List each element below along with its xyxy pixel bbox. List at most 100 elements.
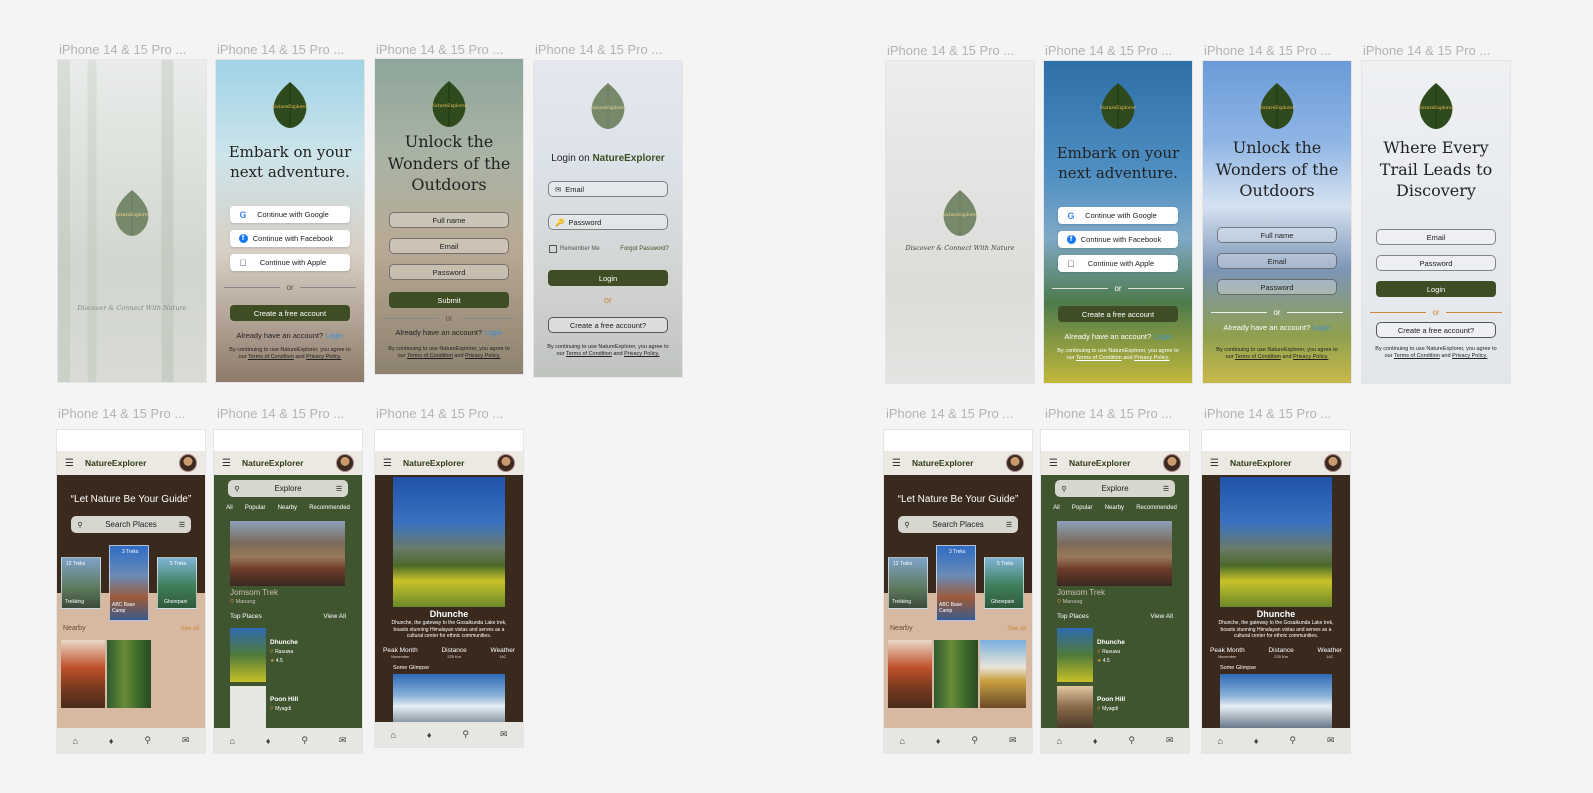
- password-field[interactable]: Password: [389, 264, 509, 280]
- terms-link[interactable]: Terms of Condition: [566, 351, 612, 357]
- google-button[interactable]: G Continue with Google: [230, 206, 350, 223]
- search-bar[interactable]: ⚲ Search Places ☰: [898, 516, 1018, 533]
- mail-icon[interactable]: ✉: [500, 729, 508, 740]
- terms-link[interactable]: Terms of Condition: [248, 354, 294, 360]
- chip-nearby[interactable]: Nearby: [1105, 505, 1124, 511]
- search-bar[interactable]: ⚲ Search Places ☰: [71, 516, 191, 533]
- login-button[interactable]: Login: [1376, 281, 1496, 297]
- filter-icon[interactable]: ☰: [173, 521, 191, 529]
- place-photo[interactable]: [230, 686, 266, 728]
- password-field[interactable]: Password: [1376, 255, 1496, 271]
- menu-icon[interactable]: ☰: [1049, 458, 1063, 469]
- login-button[interactable]: Login: [548, 270, 668, 286]
- bell-icon[interactable]: ♦: [1254, 736, 1259, 746]
- nearby-photo[interactable]: [980, 640, 1026, 708]
- home-icon[interactable]: ⌂: [229, 736, 234, 746]
- privacy-link[interactable]: Privacy Policy.: [624, 351, 659, 357]
- privacy-link[interactable]: Privacy Policy.: [1134, 355, 1169, 361]
- nearby-photo[interactable]: [61, 640, 105, 708]
- password-field[interactable]: Password: [1217, 279, 1337, 295]
- search-icon[interactable]: ⚲: [1128, 735, 1135, 746]
- privacy-link[interactable]: Privacy Policy.: [465, 353, 500, 359]
- create-account-button[interactable]: Create a free account: [230, 305, 350, 321]
- terms-link[interactable]: Terms of Condition: [1235, 354, 1281, 360]
- terms-link[interactable]: Terms of Condition: [1394, 353, 1440, 359]
- login-link[interactable]: Login: [1153, 332, 1171, 341]
- avatar[interactable]: [1163, 454, 1181, 472]
- nearby-photo[interactable]: [888, 640, 932, 708]
- glimpse-photo[interactable]: [393, 674, 505, 728]
- full-name-field[interactable]: Full name: [1217, 227, 1337, 243]
- place-photo[interactable]: [230, 628, 266, 682]
- terms-link[interactable]: Terms of Condition: [1076, 355, 1122, 361]
- home-icon[interactable]: ⌂: [390, 730, 395, 740]
- privacy-link[interactable]: Privacy Policy.: [1452, 353, 1487, 359]
- email-field[interactable]: Email: [389, 238, 509, 254]
- search-bar[interactable]: ⚲ Explore ☰: [228, 480, 348, 497]
- trek-card[interactable]: 5 Treks Ghorepani: [157, 557, 197, 609]
- chip-popular[interactable]: Popular: [245, 505, 266, 511]
- see-all-link[interactable]: See all: [181, 626, 199, 632]
- filter-icon[interactable]: ☰: [1157, 485, 1175, 493]
- trek-card[interactable]: 12 Treks Trekking: [888, 557, 928, 609]
- chip-nearby[interactable]: Nearby: [278, 505, 297, 511]
- create-account-button[interactable]: Create a free account: [1058, 306, 1178, 322]
- trek-card[interactable]: 5 Treks Ghorepani: [984, 557, 1024, 609]
- search-icon[interactable]: ⚲: [971, 735, 978, 746]
- login-link[interactable]: Login: [325, 331, 343, 340]
- search-bar[interactable]: ⚲ Explore ☰: [1055, 480, 1175, 497]
- home-icon[interactable]: ⌂: [72, 736, 77, 746]
- nearby-photo[interactable]: [934, 640, 978, 708]
- search-icon[interactable]: ⚲: [144, 735, 151, 746]
- avatar[interactable]: [1006, 454, 1024, 472]
- mail-icon[interactable]: ✉: [182, 735, 190, 746]
- privacy-link[interactable]: Privacy Policy.: [1293, 354, 1328, 360]
- chip-all[interactable]: All: [226, 505, 233, 511]
- email-field[interactable]: Email: [1217, 253, 1337, 269]
- apple-button[interactable]: Continue with Apple: [230, 254, 350, 271]
- email-field[interactable]: Email: [1376, 229, 1496, 245]
- bell-icon[interactable]: ♦: [936, 736, 941, 746]
- menu-icon[interactable]: ☰: [222, 458, 236, 469]
- email-field[interactable]: ✉ Email: [548, 181, 668, 197]
- view-all-link[interactable]: View All: [1150, 613, 1173, 620]
- search-icon[interactable]: ⚲: [301, 735, 308, 746]
- mail-icon[interactable]: ✉: [1327, 735, 1335, 746]
- featured-photo[interactable]: [230, 521, 345, 586]
- chip-recommended[interactable]: Recommended: [309, 505, 350, 511]
- remember-me-checkbox[interactable]: Remember Me: [549, 245, 600, 253]
- login-link[interactable]: Login: [1312, 323, 1330, 332]
- avatar[interactable]: [1324, 454, 1342, 472]
- terms-link[interactable]: Terms of Condition: [407, 353, 453, 359]
- menu-icon[interactable]: ☰: [1210, 458, 1224, 469]
- privacy-link[interactable]: Privacy Policy.: [306, 354, 341, 360]
- menu-icon[interactable]: ☰: [65, 458, 79, 469]
- home-icon[interactable]: ⌂: [1056, 736, 1061, 746]
- login-link[interactable]: Login: [484, 328, 502, 337]
- trek-card[interactable]: 3 Treks ABC Base Camp: [936, 545, 976, 621]
- bell-icon[interactable]: ♦: [266, 736, 271, 746]
- see-all-link[interactable]: See all: [1008, 626, 1026, 632]
- google-button[interactable]: G Continue with Google: [1058, 207, 1178, 224]
- create-account-button[interactable]: Create a free account?: [548, 317, 668, 333]
- facebook-button[interactable]: f Continue with Facebook: [230, 230, 350, 247]
- password-field[interactable]: 🔑 Password: [548, 214, 668, 230]
- bell-icon[interactable]: ♦: [1093, 736, 1098, 746]
- home-icon[interactable]: ⌂: [899, 736, 904, 746]
- apple-button[interactable]: Continue with Apple: [1058, 255, 1178, 272]
- full-name-field[interactable]: Full name: [389, 212, 509, 228]
- place-photo[interactable]: [1057, 686, 1093, 728]
- glimpse-photo[interactable]: [1220, 674, 1332, 728]
- chip-all[interactable]: All: [1053, 505, 1060, 511]
- menu-icon[interactable]: ☰: [383, 458, 397, 469]
- home-icon[interactable]: ⌂: [1217, 736, 1222, 746]
- bell-icon[interactable]: ♦: [109, 736, 114, 746]
- facebook-button[interactable]: f Continue with Facebook: [1058, 231, 1178, 248]
- filter-icon[interactable]: ☰: [1000, 521, 1018, 529]
- submit-button[interactable]: Submit: [389, 292, 509, 308]
- trek-card[interactable]: 12 Treks Trekking: [61, 557, 101, 609]
- nearby-photo[interactable]: [107, 640, 151, 708]
- create-account-button[interactable]: Create a free account?: [1376, 322, 1496, 338]
- featured-photo[interactable]: [1057, 521, 1172, 586]
- mail-icon[interactable]: ✉: [1166, 735, 1174, 746]
